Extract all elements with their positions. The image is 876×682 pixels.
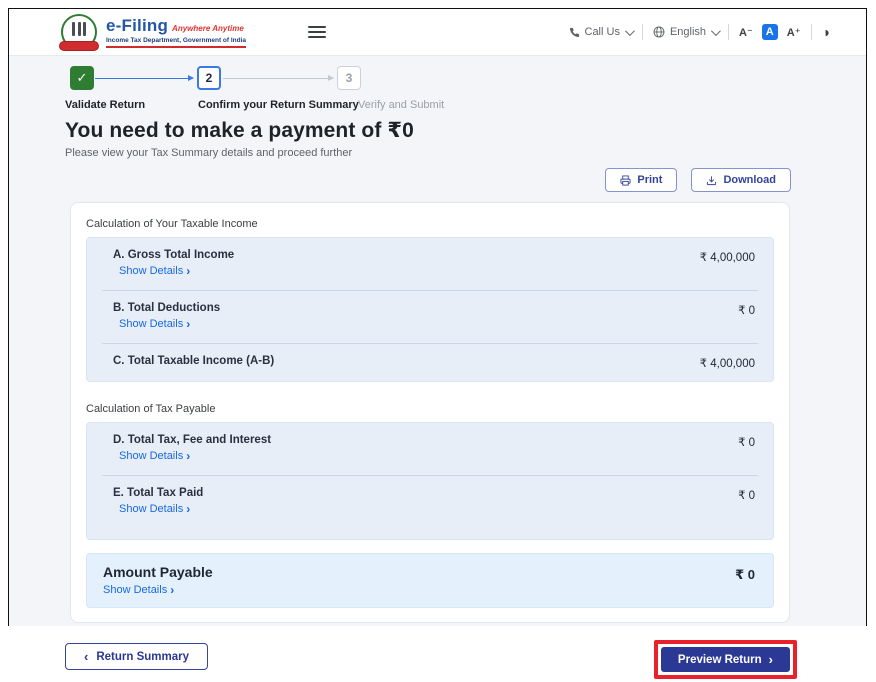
show-details-label: Show Details: [119, 450, 184, 462]
show-details-link[interactable]: Show Details ›: [103, 584, 174, 596]
preview-return-label: Preview Return: [677, 653, 762, 666]
stepper-connector-pending: [223, 75, 334, 81]
page-title: You need to make a payment of ₹0: [65, 118, 866, 143]
row-total-taxable-income: C. Total Taxable Income (A-B) ₹ 4,00,000: [87, 344, 773, 381]
chevron-down-icon: [710, 25, 721, 36]
chevron-right-icon: ›: [186, 502, 191, 516]
row-value: ₹ 0: [738, 437, 755, 449]
page-content: ✓ 2 3 Validate Return Confirm your Retur…: [9, 56, 866, 679]
row-amount-payable: Amount Payable Show Details › ₹ 0: [87, 554, 773, 607]
stepper-connector-active: [95, 75, 194, 81]
call-us-label: Call Us: [584, 26, 620, 38]
show-details-label: Show Details: [119, 503, 184, 515]
row-label: B. Total Deductions: [113, 302, 221, 314]
efiling-logo[interactable]: e-Filing Anywhere Anytime Income Tax Dep…: [59, 14, 247, 51]
progress-stepper: ✓ 2 3 Validate Return Confirm your Retur…: [65, 66, 545, 113]
taxable-income-panel: A. Gross Total Income Show Details › ₹ 4…: [86, 237, 774, 382]
row-total-tax-fee-interest: D. Total Tax, Fee and Interest Show Deta…: [87, 423, 773, 475]
payment-amount: ₹0: [387, 119, 414, 142]
emblem-ribbon: [59, 41, 99, 51]
step-1-validate-return: ✓: [70, 66, 94, 90]
brand-title: e-Filing: [106, 16, 169, 36]
contrast-toggle-icon[interactable]: ◑: [822, 25, 830, 39]
amount-payable-label: Amount Payable: [103, 564, 213, 580]
screenshot-frame: e-Filing Anywhere Anytime Income Tax Dep…: [8, 8, 867, 679]
step-3-label: Verify and Submit: [358, 99, 445, 111]
step-2-number: 2: [205, 71, 213, 85]
download-button[interactable]: Download: [691, 168, 791, 192]
chevron-right-icon: ›: [186, 317, 191, 331]
language-label: English: [669, 26, 707, 38]
row-value: ₹ 4,00,000: [699, 358, 755, 370]
row-label: A. Gross Total Income: [113, 249, 235, 261]
phone-icon: [569, 27, 579, 37]
amount-payable-panel: Amount Payable Show Details › ₹ 0: [86, 553, 774, 608]
section-title-tax-payable: Calculation of Tax Payable: [86, 403, 216, 415]
font-size-controls: A⁻ A A⁺: [739, 24, 801, 40]
page-subtitle: Please view your Tax Summary details and…: [65, 147, 353, 159]
row-total-tax-paid: E. Total Tax Paid Show Details › ₹ 0: [87, 476, 773, 539]
actions-toolbar: Print Download: [65, 168, 791, 192]
font-increase-button[interactable]: A⁺: [787, 26, 801, 39]
chevron-right-icon: ›: [170, 583, 175, 597]
chevron-right-icon: ›: [186, 449, 191, 463]
top-header: e-Filing Anywhere Anytime Income Tax Dep…: [9, 9, 866, 56]
show-details-label: Show Details: [119, 265, 184, 277]
brand-subtitle: Income Tax Department, Government of Ind…: [106, 37, 247, 48]
show-details-label: Show Details: [119, 318, 184, 330]
footer-actions: ‹ Return Summary Preview Return ›: [65, 640, 797, 682]
row-label: C. Total Taxable Income (A-B): [113, 355, 275, 367]
page-title-text: You need to make a payment of: [65, 119, 382, 142]
language-dropdown[interactable]: English: [653, 25, 721, 38]
tax-summary-card: Calculation of Your Taxable Income A. Gr…: [70, 202, 790, 623]
amount-payable-value: ₹ 0: [735, 567, 755, 582]
chevron-down-icon: [624, 25, 635, 36]
divider: [728, 24, 730, 40]
show-details-link[interactable]: Show Details ›: [119, 318, 190, 330]
print-button[interactable]: Print: [605, 168, 678, 192]
show-details-link[interactable]: Show Details ›: [119, 450, 190, 462]
tax-payable-panel: D. Total Tax, Fee and Interest Show Deta…: [86, 422, 774, 540]
chevron-right-icon: ›: [768, 652, 773, 667]
row-label: D. Total Tax, Fee and Interest: [113, 434, 272, 446]
call-us-dropdown[interactable]: Call Us: [569, 25, 635, 38]
download-icon: [707, 175, 717, 185]
divider: [810, 24, 812, 40]
row-value: ₹ 0: [738, 305, 755, 317]
return-summary-button[interactable]: ‹ Return Summary: [65, 643, 209, 670]
show-details-link[interactable]: Show Details ›: [119, 265, 190, 277]
header-controls: Call Us English A⁻ A A⁺ ◑: [569, 24, 830, 40]
row-value: ₹ 0: [738, 490, 755, 502]
hamburger-menu-icon[interactable]: [308, 23, 327, 41]
font-normal-button[interactable]: A: [761, 24, 778, 40]
row-label: E. Total Tax Paid: [113, 487, 204, 499]
brand-tagline: Anywhere Anytime: [172, 24, 244, 34]
section-title-taxable-income: Calculation of Your Taxable Income: [86, 218, 258, 230]
row-value: ₹ 4,00,000: [699, 252, 755, 264]
print-label: Print: [637, 174, 663, 186]
step-2-confirm-summary: 2: [197, 66, 221, 90]
chevron-left-icon: ‹: [84, 649, 89, 664]
red-highlight-annotation: Preview Return ›: [653, 640, 797, 679]
preview-return-button[interactable]: Preview Return ›: [660, 647, 790, 672]
printer-icon: [620, 174, 631, 186]
step-3-number: 3: [345, 71, 353, 85]
row-gross-total-income: A. Gross Total Income Show Details › ₹ 4…: [87, 238, 773, 290]
emblem-pillars: [72, 22, 86, 36]
show-details-link[interactable]: Show Details ›: [119, 503, 190, 515]
divider: [641, 24, 643, 40]
chevron-right-icon: ›: [186, 264, 191, 278]
india-emblem-icon: [59, 14, 99, 51]
download-label: Download: [723, 174, 776, 186]
row-total-deductions: B. Total Deductions Show Details › ₹ 0: [87, 291, 773, 343]
return-summary-label: Return Summary: [96, 650, 190, 663]
show-details-label: Show Details: [103, 584, 168, 596]
step-1-label: Validate Return: [65, 99, 146, 111]
globe-icon: [653, 26, 665, 38]
step-2-label: Confirm your Return Summary: [198, 99, 359, 111]
brand-text: e-Filing Anywhere Anytime Income Tax Dep…: [106, 16, 247, 48]
step-3-verify-submit: 3: [337, 66, 361, 90]
font-decrease-button[interactable]: A⁻: [739, 26, 753, 39]
check-icon: ✓: [76, 70, 88, 85]
